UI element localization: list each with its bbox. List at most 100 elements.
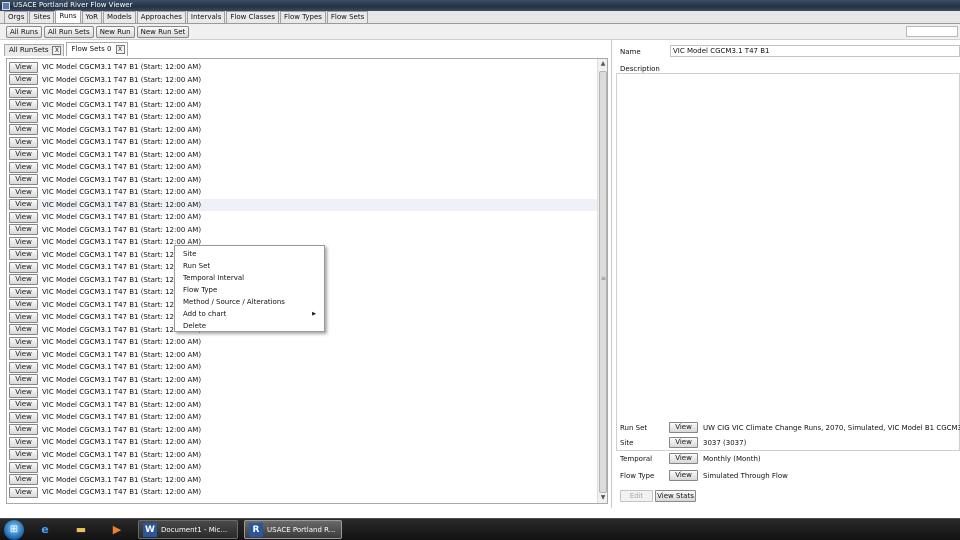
view-button[interactable]: View [9,474,38,486]
menu-item-site[interactable]: Site [175,248,324,260]
tab-approaches[interactable]: Approaches [136,11,186,23]
view-button[interactable]: View [9,111,38,123]
view-button[interactable]: View [9,486,38,498]
view-button[interactable]: View [9,299,38,311]
tab-sites[interactable]: Sites [29,11,55,23]
tab-flow-types[interactable]: Flow Types [279,11,326,23]
view-button[interactable]: View [9,174,38,186]
taskbar-item[interactable]: R USACE Portland R... [244,520,342,539]
name-field[interactable]: VIC Model CGCM3.1 T47 B1 [670,45,960,57]
view-button[interactable]: View [9,324,38,336]
list-item[interactable]: View VIC Model CGCM3.1 T47 B1 (Start: 12:… [7,436,599,449]
view-button[interactable]: View [9,61,38,73]
media-player-icon[interactable]: ▶ [102,520,132,540]
view-button[interactable]: View [9,461,38,473]
flow-type-view-button[interactable]: View [669,470,698,481]
view-button[interactable]: View [9,136,38,148]
folder-icon[interactable]: ▬ [66,520,96,540]
view-button[interactable]: View [9,161,38,173]
view-button[interactable]: View [9,399,38,411]
view-button[interactable]: View [9,249,38,261]
vertical-scrollbar[interactable]: ▲ ≡ ▼ [597,59,607,503]
tab-models[interactable]: Models [103,11,136,23]
edit-button[interactable]: Edit [620,490,653,502]
list-item[interactable]: View VIC Model CGCM3.1 T47 B1 (Start: 12:… [7,174,599,187]
scroll-thumb[interactable]: ≡ [599,71,607,493]
temporal-view-button[interactable]: View [669,453,698,464]
list-item[interactable]: View VIC Model CGCM3.1 T47 B1 (Start: 12:… [7,361,599,374]
list-item[interactable]: View VIC Model CGCM3.1 T47 B1 (Start: 12:… [7,474,599,487]
view-button[interactable]: View [9,224,38,236]
list-item[interactable]: View VIC Model CGCM3.1 T47 B1 (Start: 12:… [7,111,599,124]
tab-flow-sets[interactable]: Flow Sets [326,11,369,23]
search-input[interactable] [906,26,958,37]
view-stats-button[interactable]: View Stats [655,490,696,502]
all-run-sets-button[interactable]: All Run Sets [43,25,94,38]
tab-orgs[interactable]: Orgs [4,11,29,23]
view-button[interactable]: View [9,336,38,348]
tab-flow-classes[interactable]: Flow Classes [226,11,279,23]
subtab-all-runsets[interactable]: All RunSets X [4,44,65,56]
view-button[interactable]: View [9,424,38,436]
list-item[interactable]: View VIC Model CGCM3.1 T47 B1 (Start: 12:… [7,136,599,149]
list-item[interactable]: View VIC Model CGCM3.1 T47 B1 (Start: 12:… [7,186,599,199]
view-button[interactable]: View [9,436,38,448]
list-item[interactable]: View VIC Model CGCM3.1 T47 B1 (Start: 12:… [7,61,599,74]
new-run-set-button[interactable]: New Run Set [136,25,190,38]
tab-runs[interactable]: Runs [55,10,81,23]
view-button[interactable]: View [9,411,38,423]
list-item[interactable]: View VIC Model CGCM3.1 T47 B1 (Start: 12:… [7,424,599,437]
tab-intervals[interactable]: Intervals [186,11,226,23]
view-button[interactable]: View [9,361,38,373]
view-button[interactable]: View [9,449,38,461]
start-button-icon[interactable]: ⊞ [4,519,24,540]
view-button[interactable]: View [9,386,38,398]
view-button[interactable]: View [9,286,38,298]
list-item[interactable]: View VIC Model CGCM3.1 T47 B1 (Start: 12:… [7,449,599,462]
list-item[interactable]: View VIC Model CGCM3.1 T47 B1 (Start: 12:… [7,411,599,424]
taskbar-item[interactable]: W Document1 - Mic... [138,520,238,539]
description-field[interactable] [616,73,960,451]
view-button[interactable]: View [9,99,38,111]
site-view-button[interactable]: View [669,437,698,448]
view-button[interactable]: View [9,349,38,361]
list-item[interactable]: View VIC Model CGCM3.1 T47 B1 (Start: 12:… [7,386,599,399]
subtab-flow-sets-0[interactable]: Flow Sets 0X [66,42,128,56]
list-item[interactable]: View VIC Model CGCM3.1 T47 B1 (Start: 12:… [7,149,599,162]
list-item[interactable]: View VIC Model CGCM3.1 T47 B1 (Start: 12:… [7,399,599,412]
view-button[interactable]: View [9,186,38,198]
list-item[interactable]: View VIC Model CGCM3.1 T47 B1 (Start: 12:… [7,198,599,211]
list-item[interactable]: View VIC Model CGCM3.1 T47 B1 (Start: 12:… [7,349,599,362]
list-item[interactable]: View VIC Model CGCM3.1 T47 B1 (Start: 12:… [7,86,599,99]
close-icon[interactable]: X [52,46,62,55]
menu-item-delete[interactable]: Delete [175,320,324,332]
list-item[interactable]: View VIC Model CGCM3.1 T47 B1 (Start: 12:… [7,161,599,174]
menu-item-flow-type[interactable]: Flow Type [175,284,324,296]
tab-yor[interactable]: YoR [81,11,103,23]
view-button[interactable]: View [9,211,38,223]
view-button[interactable]: View [9,236,38,248]
list-item[interactable]: View VIC Model CGCM3.1 T47 B1 (Start: 12:… [7,124,599,137]
list-item[interactable]: View VIC Model CGCM3.1 T47 B1 (Start: 12:… [7,99,599,112]
run-set-view-button[interactable]: View [669,422,698,433]
list-item[interactable]: View VIC Model CGCM3.1 T47 B1 (Start: 12:… [7,374,599,387]
view-button[interactable]: View [9,74,38,86]
internet-explorer-icon[interactable]: e [30,520,60,540]
list-item[interactable]: View VIC Model CGCM3.1 T47 B1 (Start: 12:… [7,74,599,87]
view-button[interactable]: View [9,124,38,136]
view-button[interactable]: View [9,261,38,273]
menu-item-add-to-chart[interactable]: Add to chart ▶ [175,308,324,320]
menu-item-method-source-alterations[interactable]: Method / Source / Alterations [175,296,324,308]
close-icon[interactable]: X [115,45,125,54]
view-button[interactable]: View [9,374,38,386]
view-button[interactable]: View [9,274,38,286]
list-item[interactable]: View VIC Model CGCM3.1 T47 B1 (Start: 12:… [7,461,599,474]
all-runs-button[interactable]: All Runs [6,25,42,38]
scroll-up-arrow-icon[interactable]: ▲ [598,59,607,69]
new-run-button[interactable]: New Run [95,25,135,38]
list-item[interactable]: View VIC Model CGCM3.1 T47 B1 (Start: 12:… [7,486,599,499]
menu-item-run-set[interactable]: Run Set [175,260,324,272]
list-item[interactable]: View VIC Model CGCM3.1 T47 B1 (Start: 12:… [7,224,599,237]
scroll-down-arrow-icon[interactable]: ▼ [598,493,607,503]
list-item[interactable]: View VIC Model CGCM3.1 T47 B1 (Start: 12:… [7,336,599,349]
